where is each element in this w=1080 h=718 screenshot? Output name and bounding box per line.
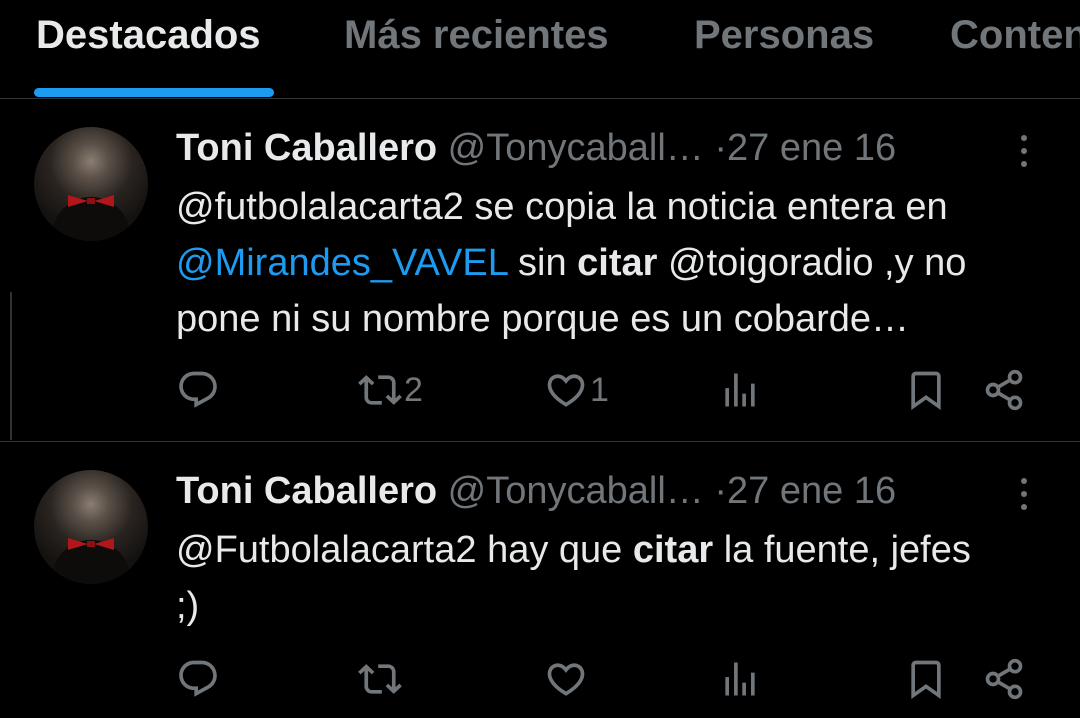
highlighted-term: citar xyxy=(632,529,714,571)
share-button[interactable] xyxy=(982,365,1026,415)
bookmark-button[interactable] xyxy=(904,365,948,415)
separator-dot: · xyxy=(714,470,728,512)
views-icon xyxy=(725,373,755,407)
retweet-icon xyxy=(358,375,402,405)
avatar[interactable] xyxy=(34,470,148,584)
tweet-actions xyxy=(0,654,1080,704)
active-tab-indicator xyxy=(34,88,274,97)
views-icon xyxy=(725,662,755,696)
retweet-icon xyxy=(358,664,402,694)
tweet-text-part: sin xyxy=(507,242,578,284)
retweet-count: 2 xyxy=(404,370,423,409)
tweet-text-part: @Futbolalacarta2 hay que xyxy=(176,529,633,571)
author-name[interactable]: Toni Caballero xyxy=(176,470,437,512)
bow-tie-graphic xyxy=(68,538,114,550)
tweet-text-part: @futbolalacarta2 se copia la noticia ent… xyxy=(176,186,948,228)
avatar[interactable] xyxy=(34,127,148,241)
tweet-text: @Futbolalacarta2 hay que citar la fuente… xyxy=(176,522,996,634)
like-icon xyxy=(547,374,585,407)
separator-dot: · xyxy=(714,127,728,169)
author-handle[interactable]: @Tonycaball… xyxy=(448,470,704,512)
like-button[interactable] xyxy=(544,654,588,704)
share-button[interactable] xyxy=(982,654,1026,704)
like-button[interactable]: 1 xyxy=(544,365,609,415)
tweet[interactable]: Toni Caballero @Tonycaball… ·27 ene 16 @… xyxy=(0,99,1080,442)
tweet-date[interactable]: 27 ene 16 xyxy=(727,470,896,512)
like-icon xyxy=(547,663,585,696)
bookmark-button[interactable] xyxy=(904,654,948,704)
bookmark-icon xyxy=(911,371,941,411)
author-name[interactable]: Toni Caballero xyxy=(176,127,437,169)
tab-personas[interactable]: Personas xyxy=(694,12,874,58)
tweet[interactable]: Toni Caballero @Tonycaball… ·27 ene 16 @… xyxy=(0,442,1080,718)
tab-bar: Destacados Más recientes Personas Conten… xyxy=(0,0,1080,99)
tab-destacados[interactable]: Destacados xyxy=(36,12,261,58)
like-count: 1 xyxy=(590,370,609,409)
more-icon[interactable] xyxy=(1006,472,1042,516)
tweet-header: Toni Caballero @Tonycaball… ·27 ene 16 xyxy=(176,123,896,173)
reply-icon xyxy=(179,660,217,697)
tab-contenido[interactable]: Contenido xyxy=(950,12,1080,58)
share-icon xyxy=(985,369,1023,411)
tab-mas-recientes[interactable]: Más recientes xyxy=(344,12,609,58)
retweet-button[interactable] xyxy=(358,654,402,704)
share-icon xyxy=(985,658,1023,700)
views-button[interactable] xyxy=(718,365,762,415)
more-icon[interactable] xyxy=(1006,129,1042,173)
reply-button[interactable] xyxy=(176,654,220,704)
tweet-actions: 2 1 xyxy=(0,365,1080,415)
tweet-header: Toni Caballero @Tonycaball… ·27 ene 16 xyxy=(176,466,896,516)
highlighted-term: citar xyxy=(577,242,658,284)
tweet-date[interactable]: 27 ene 16 xyxy=(727,127,896,169)
retweet-button[interactable]: 2 xyxy=(358,365,423,415)
bookmark-icon xyxy=(911,660,941,700)
reply-icon xyxy=(179,371,217,408)
mention-link[interactable]: @Mirandes_VAVEL xyxy=(176,242,507,284)
bow-tie-graphic xyxy=(68,195,114,207)
views-button[interactable] xyxy=(718,654,762,704)
reply-button[interactable] xyxy=(176,365,220,415)
tweet-text: @futbolalacarta2 se copia la noticia ent… xyxy=(176,179,1056,347)
author-handle[interactable]: @Tonycaball… xyxy=(448,127,704,169)
